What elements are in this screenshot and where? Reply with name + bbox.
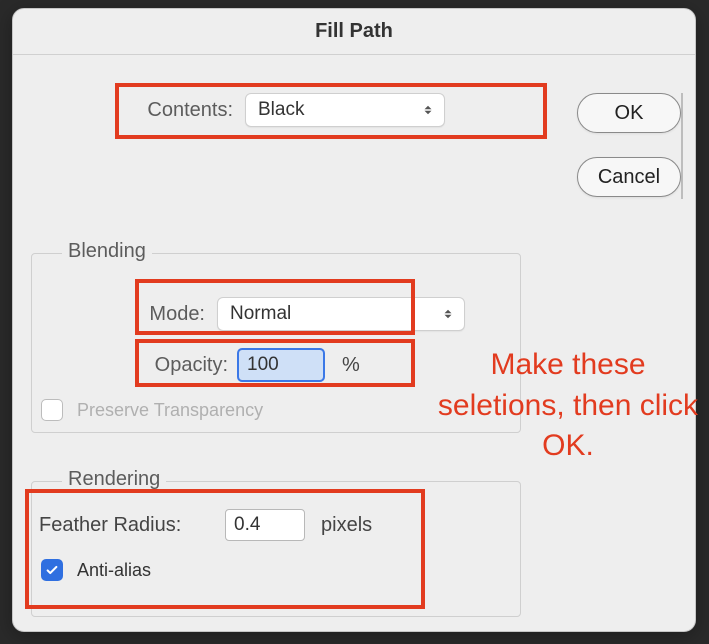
fill-path-dialog: Fill Path Contents: Black OK Cancel Blen… bbox=[12, 8, 696, 632]
dialog-title: Fill Path bbox=[13, 9, 695, 55]
mode-row: Mode: Normal bbox=[123, 297, 465, 331]
contents-value: Black bbox=[258, 99, 304, 121]
contents-label: Contents: bbox=[123, 99, 233, 122]
rendering-fieldset: Rendering bbox=[31, 481, 521, 617]
contents-row: Contents: Black bbox=[123, 93, 445, 127]
mode-select[interactable]: Normal bbox=[217, 297, 465, 331]
cancel-button[interactable]: Cancel bbox=[577, 157, 681, 197]
mode-label: Mode: bbox=[123, 303, 205, 326]
preserve-transparency-checkbox[interactable] bbox=[41, 399, 63, 421]
feather-row: Feather Radius: 0.4 pixels bbox=[39, 509, 372, 541]
preserve-transparency-row: Preserve Transparency bbox=[41, 399, 263, 421]
opacity-input[interactable]: 100 bbox=[238, 349, 324, 381]
feather-unit: pixels bbox=[321, 514, 372, 537]
preserve-transparency-label: Preserve Transparency bbox=[77, 400, 263, 421]
dialog-body: Contents: Black OK Cancel Blending Mode:… bbox=[13, 55, 695, 631]
antialias-checkbox[interactable] bbox=[41, 559, 63, 581]
ok-button-label: OK bbox=[615, 102, 644, 125]
chevron-down-icon bbox=[440, 306, 456, 322]
contents-select[interactable]: Black bbox=[245, 93, 445, 127]
opacity-value: 100 bbox=[247, 354, 279, 376]
mode-value: Normal bbox=[230, 303, 291, 325]
antialias-row: Anti-alias bbox=[41, 559, 151, 581]
cancel-button-label: Cancel bbox=[598, 166, 660, 189]
feather-radius-input[interactable]: 0.4 bbox=[225, 509, 305, 541]
feather-value: 0.4 bbox=[234, 514, 260, 536]
button-separator bbox=[681, 93, 683, 199]
opacity-unit: % bbox=[342, 354, 360, 377]
ok-button[interactable]: OK bbox=[577, 93, 681, 133]
antialias-label: Anti-alias bbox=[77, 560, 151, 581]
blending-legend: Blending bbox=[62, 240, 152, 263]
rendering-legend: Rendering bbox=[62, 468, 166, 491]
opacity-label: Opacity: bbox=[123, 354, 228, 377]
feather-label: Feather Radius: bbox=[39, 514, 215, 537]
opacity-row: Opacity: 100 % bbox=[123, 349, 360, 381]
chevron-down-icon bbox=[420, 102, 436, 118]
